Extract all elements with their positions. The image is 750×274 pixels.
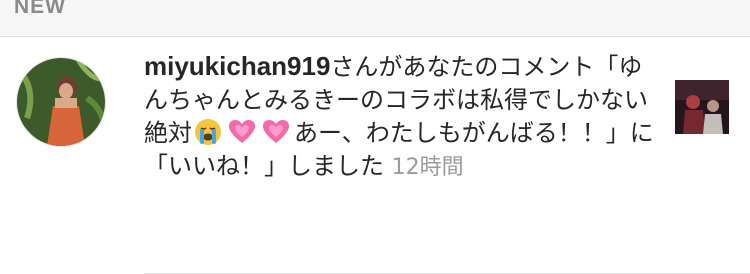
avatar[interactable] xyxy=(16,57,106,147)
section-header: NEW xyxy=(0,0,750,37)
notification-message: miyukichan919さんがあなたのコメント「ゆんちゃんとみるきーのコラボは… xyxy=(144,50,656,184)
growing-heart-icon xyxy=(262,118,290,146)
username-link[interactable]: miyukichan919 xyxy=(144,51,330,81)
loudly-crying-face-icon xyxy=(194,118,222,146)
growing-heart-icon xyxy=(228,118,256,146)
post-thumbnail[interactable] xyxy=(675,80,729,134)
timestamp: 12時間 xyxy=(391,155,464,180)
notification-row[interactable]: miyukichan919さんがあなたのコメント「ゆんちゃんとみるきーのコラボは… xyxy=(0,37,750,274)
section-title: NEW xyxy=(14,0,66,18)
